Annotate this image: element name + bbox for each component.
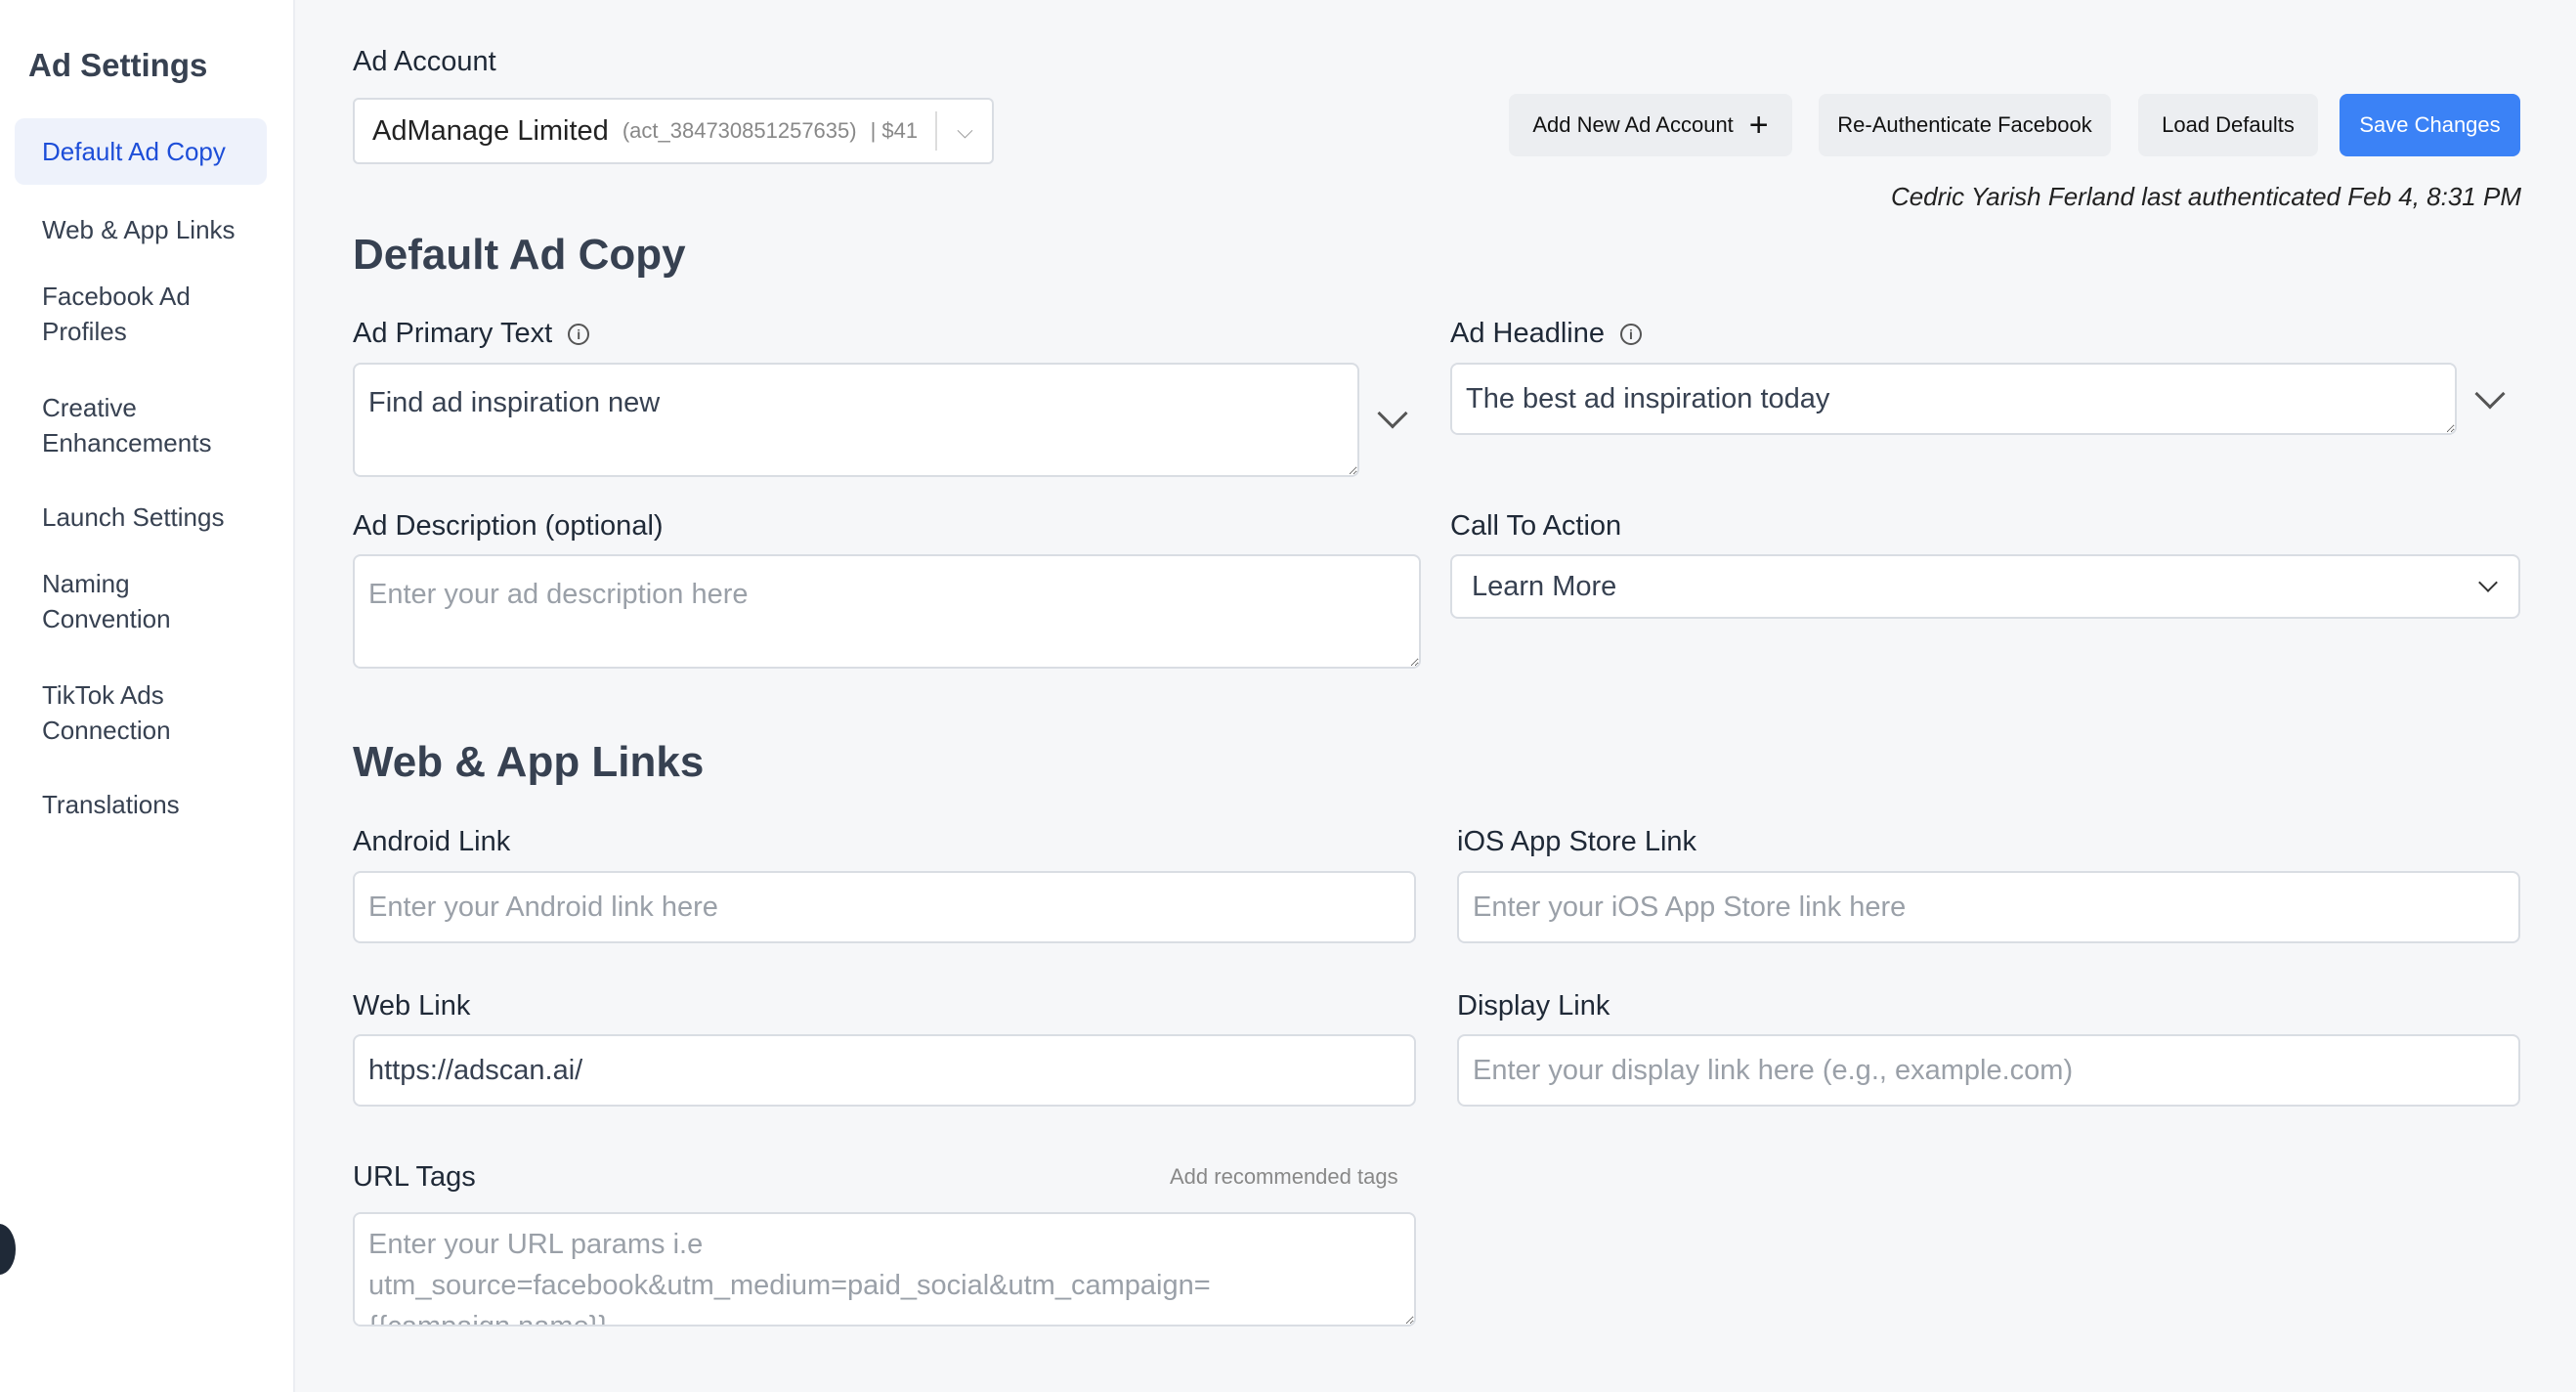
cta-select[interactable]: Learn More: [1450, 554, 2520, 619]
select-divider: [935, 111, 938, 151]
ios-link-label: iOS App Store Link: [1457, 826, 1697, 857]
last-authenticated-note: Cedric Yarish Ferland last authenticated…: [1890, 182, 2521, 211]
sidebar-item-creative-enhancements[interactable]: Creative Enhancements: [15, 386, 267, 464]
add-recommended-tags-link[interactable]: Add recommended tags: [1170, 1164, 1398, 1190]
ios-link-input[interactable]: [1457, 871, 2520, 943]
ad-account-name: AdManage Limited: [372, 114, 609, 147]
sidebar-item-launch-settings[interactable]: Launch Settings: [15, 484, 267, 550]
url-tags-input[interactable]: [353, 1212, 1416, 1327]
web-link-input[interactable]: [353, 1034, 1416, 1107]
save-changes-button[interactable]: Save Changes: [2340, 94, 2520, 156]
info-icon[interactable]: i: [1620, 324, 1642, 345]
sidebar-item-web-app-links[interactable]: Web & App Links: [15, 196, 267, 263]
plus-icon: +: [1748, 106, 1769, 144]
url-tags-label: URL Tags: [353, 1161, 476, 1193]
sidebar-item-tiktok-ads-connection[interactable]: TikTok Ads Connection: [15, 674, 230, 752]
sidebar-item-facebook-ad-profiles[interactable]: Facebook Ad Profiles: [15, 275, 267, 353]
headline-label-text: Ad Headline: [1450, 318, 1605, 349]
load-defaults-button[interactable]: Load Defaults: [2138, 94, 2318, 156]
sidebar-item-naming-convention[interactable]: Naming Convention: [15, 562, 230, 640]
ad-account-label: Ad Account: [353, 46, 496, 77]
web-link-label: Web Link: [353, 990, 471, 1022]
headline-label: Ad Headline i: [1450, 318, 1642, 350]
sidebar-title: Ad Settings: [28, 47, 208, 83]
chevron-down-icon: [2478, 573, 2498, 592]
sidebar-item-default-ad-copy[interactable]: Default Ad Copy: [15, 118, 267, 185]
reauthenticate-facebook-button[interactable]: Re-Authenticate Facebook: [1819, 94, 2111, 156]
display-link-input[interactable]: [1457, 1034, 2520, 1107]
chevron-down-icon[interactable]: [1377, 398, 1408, 429]
section-title-web-app-links: Web & App Links: [353, 738, 705, 786]
ad-account-select[interactable]: AdManage Limited (act_384730851257635) |…: [353, 98, 994, 164]
primary-text-label-text: Ad Primary Text: [353, 318, 553, 349]
info-icon[interactable]: i: [568, 324, 590, 345]
ad-account-balance: | $41: [870, 118, 919, 143]
cta-label: Call To Action: [1450, 510, 1622, 542]
sidebar-item-translations[interactable]: Translations: [15, 771, 267, 838]
primary-text-label: Ad Primary Text i: [353, 318, 590, 350]
ad-account-id: (act_384730851257635): [622, 118, 857, 143]
chevron-down-icon[interactable]: [2474, 378, 2506, 410]
description-label: Ad Description (optional): [353, 510, 664, 542]
headline-input[interactable]: The best ad inspiration today: [1450, 363, 2457, 435]
section-title-default-ad-copy: Default Ad Copy: [353, 231, 686, 279]
android-link-label: Android Link: [353, 826, 511, 857]
android-link-input[interactable]: [353, 871, 1416, 943]
cta-selected-value: Learn More: [1472, 570, 1617, 602]
add-ad-account-button[interactable]: Add New Ad Account +: [1509, 94, 1792, 156]
chevron-down-icon[interactable]: ⌵: [957, 118, 973, 144]
sidebar: Ad Settings Default Ad Copy Web & App Li…: [0, 0, 295, 1392]
sidebar-nav: Default Ad Copy Web & App Links Facebook…: [15, 118, 267, 838]
display-link-label: Display Link: [1457, 990, 1610, 1022]
description-input[interactable]: [353, 554, 1421, 669]
primary-text-input[interactable]: Find ad inspiration new: [353, 363, 1359, 477]
add-ad-account-label: Add New Ad Account: [1532, 112, 1734, 137]
